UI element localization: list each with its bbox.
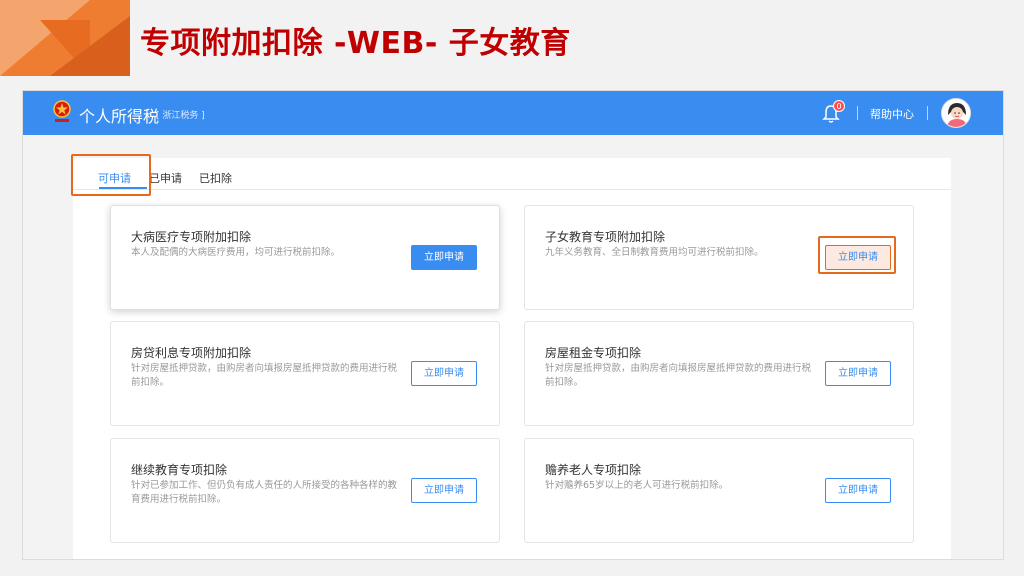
notification-badge: 0 xyxy=(833,100,845,112)
card-title: 子女教育专项附加扣除 xyxy=(545,230,666,244)
tab-applied[interactable]: 已申请 xyxy=(149,170,182,186)
apply-button-mortgage-interest[interactable]: 立即申请 xyxy=(411,361,477,386)
region-label: [ 浙江税务 ] xyxy=(156,111,205,121)
slide-title: 专项附加扣除 -WEB- 子女教育 xyxy=(140,26,571,61)
card-continuing-education: 继续教育专项扣除 针对已参加工作、但仍负有成人责任的人所接受的各种各样的教育费用… xyxy=(110,438,500,543)
card-title: 房贷利息专项附加扣除 xyxy=(131,346,252,360)
card-housing-rent: 房屋租金专项扣除 针对房屋抵押贷款，由购房者向填报房屋抵押贷款的费用进行税前扣除… xyxy=(524,321,914,426)
card-description: 针对房屋抵押贷款，由购房者向填报房屋抵押贷款的费用进行税前扣除。 xyxy=(131,363,398,388)
card-description: 九年义务教育、全日制教育费用均可进行税前扣除。 xyxy=(545,247,764,258)
header-divider xyxy=(927,106,928,120)
card-title: 大病医疗专项附加扣除 xyxy=(131,230,252,244)
apply-button-elderly-support[interactable]: 立即申请 xyxy=(825,478,891,503)
tab-bar: 可申请 已申请 已扣除 xyxy=(73,158,951,190)
browser-screenshot: 个人所得税 [ 浙江税务 ] 0 帮助中心 可申请 已申请 已扣除 大病医疗专项… xyxy=(22,90,1004,560)
help-center-link[interactable]: 帮助中心 xyxy=(870,106,914,122)
app-name: 个人所得税 xyxy=(79,107,160,126)
card-description: 针对赡养65岁以上的老人可进行税前扣除。 xyxy=(545,480,729,491)
apply-button-housing-rent[interactable]: 立即申请 xyxy=(825,361,891,386)
header-divider xyxy=(857,106,858,120)
tab-available[interactable]: 可申请 xyxy=(98,170,131,186)
card-elderly-support: 赡养老人专项扣除 针对赡养65岁以上的老人可进行税前扣除。 立即申请 xyxy=(524,438,914,543)
apply-button-serious-illness[interactable]: 立即申请 xyxy=(411,245,477,270)
apply-button-continuing-education[interactable]: 立即申请 xyxy=(411,478,477,503)
apply-button-child-education[interactable]: 立即申请 xyxy=(825,245,891,270)
card-child-education: 子女教育专项附加扣除 九年义务教育、全日制教育费用均可进行税前扣除。 立即申请 xyxy=(524,205,914,310)
card-title: 继续教育专项扣除 xyxy=(131,463,228,477)
card-mortgage-interest: 房贷利息专项附加扣除 针对房屋抵押贷款，由购房者向填报房屋抵押贷款的费用进行税前… xyxy=(110,321,500,426)
card-description: 本人及配偶的大病医疗费用，均可进行税前扣除。 xyxy=(131,247,341,258)
active-tab-underline xyxy=(99,187,147,189)
tab-deducted[interactable]: 已扣除 xyxy=(199,170,232,186)
user-avatar[interactable] xyxy=(941,98,971,128)
tax-emblem-icon xyxy=(53,100,71,122)
slide-corner-decoration xyxy=(0,0,130,76)
app-header: 个人所得税 [ 浙江税务 ] 0 帮助中心 xyxy=(23,91,1003,135)
card-description: 针对已参加工作、但仍负有成人责任的人所接受的各种各样的教育费用进行税前扣除。 xyxy=(131,480,398,505)
card-title: 赡养老人专项扣除 xyxy=(545,463,642,477)
deduction-panel: 可申请 已申请 已扣除 大病医疗专项附加扣除 本人及配偶的大病医疗费用，均可进行… xyxy=(73,158,951,559)
card-title: 房屋租金专项扣除 xyxy=(545,346,642,360)
card-serious-illness: 大病医疗专项附加扣除 本人及配偶的大病医疗费用，均可进行税前扣除。 立即申请 xyxy=(110,205,500,310)
card-description: 针对房屋抵押贷款，由购房者向填报房屋抵押贷款的费用进行税前扣除。 xyxy=(545,363,812,388)
avatar-icon xyxy=(942,99,970,127)
